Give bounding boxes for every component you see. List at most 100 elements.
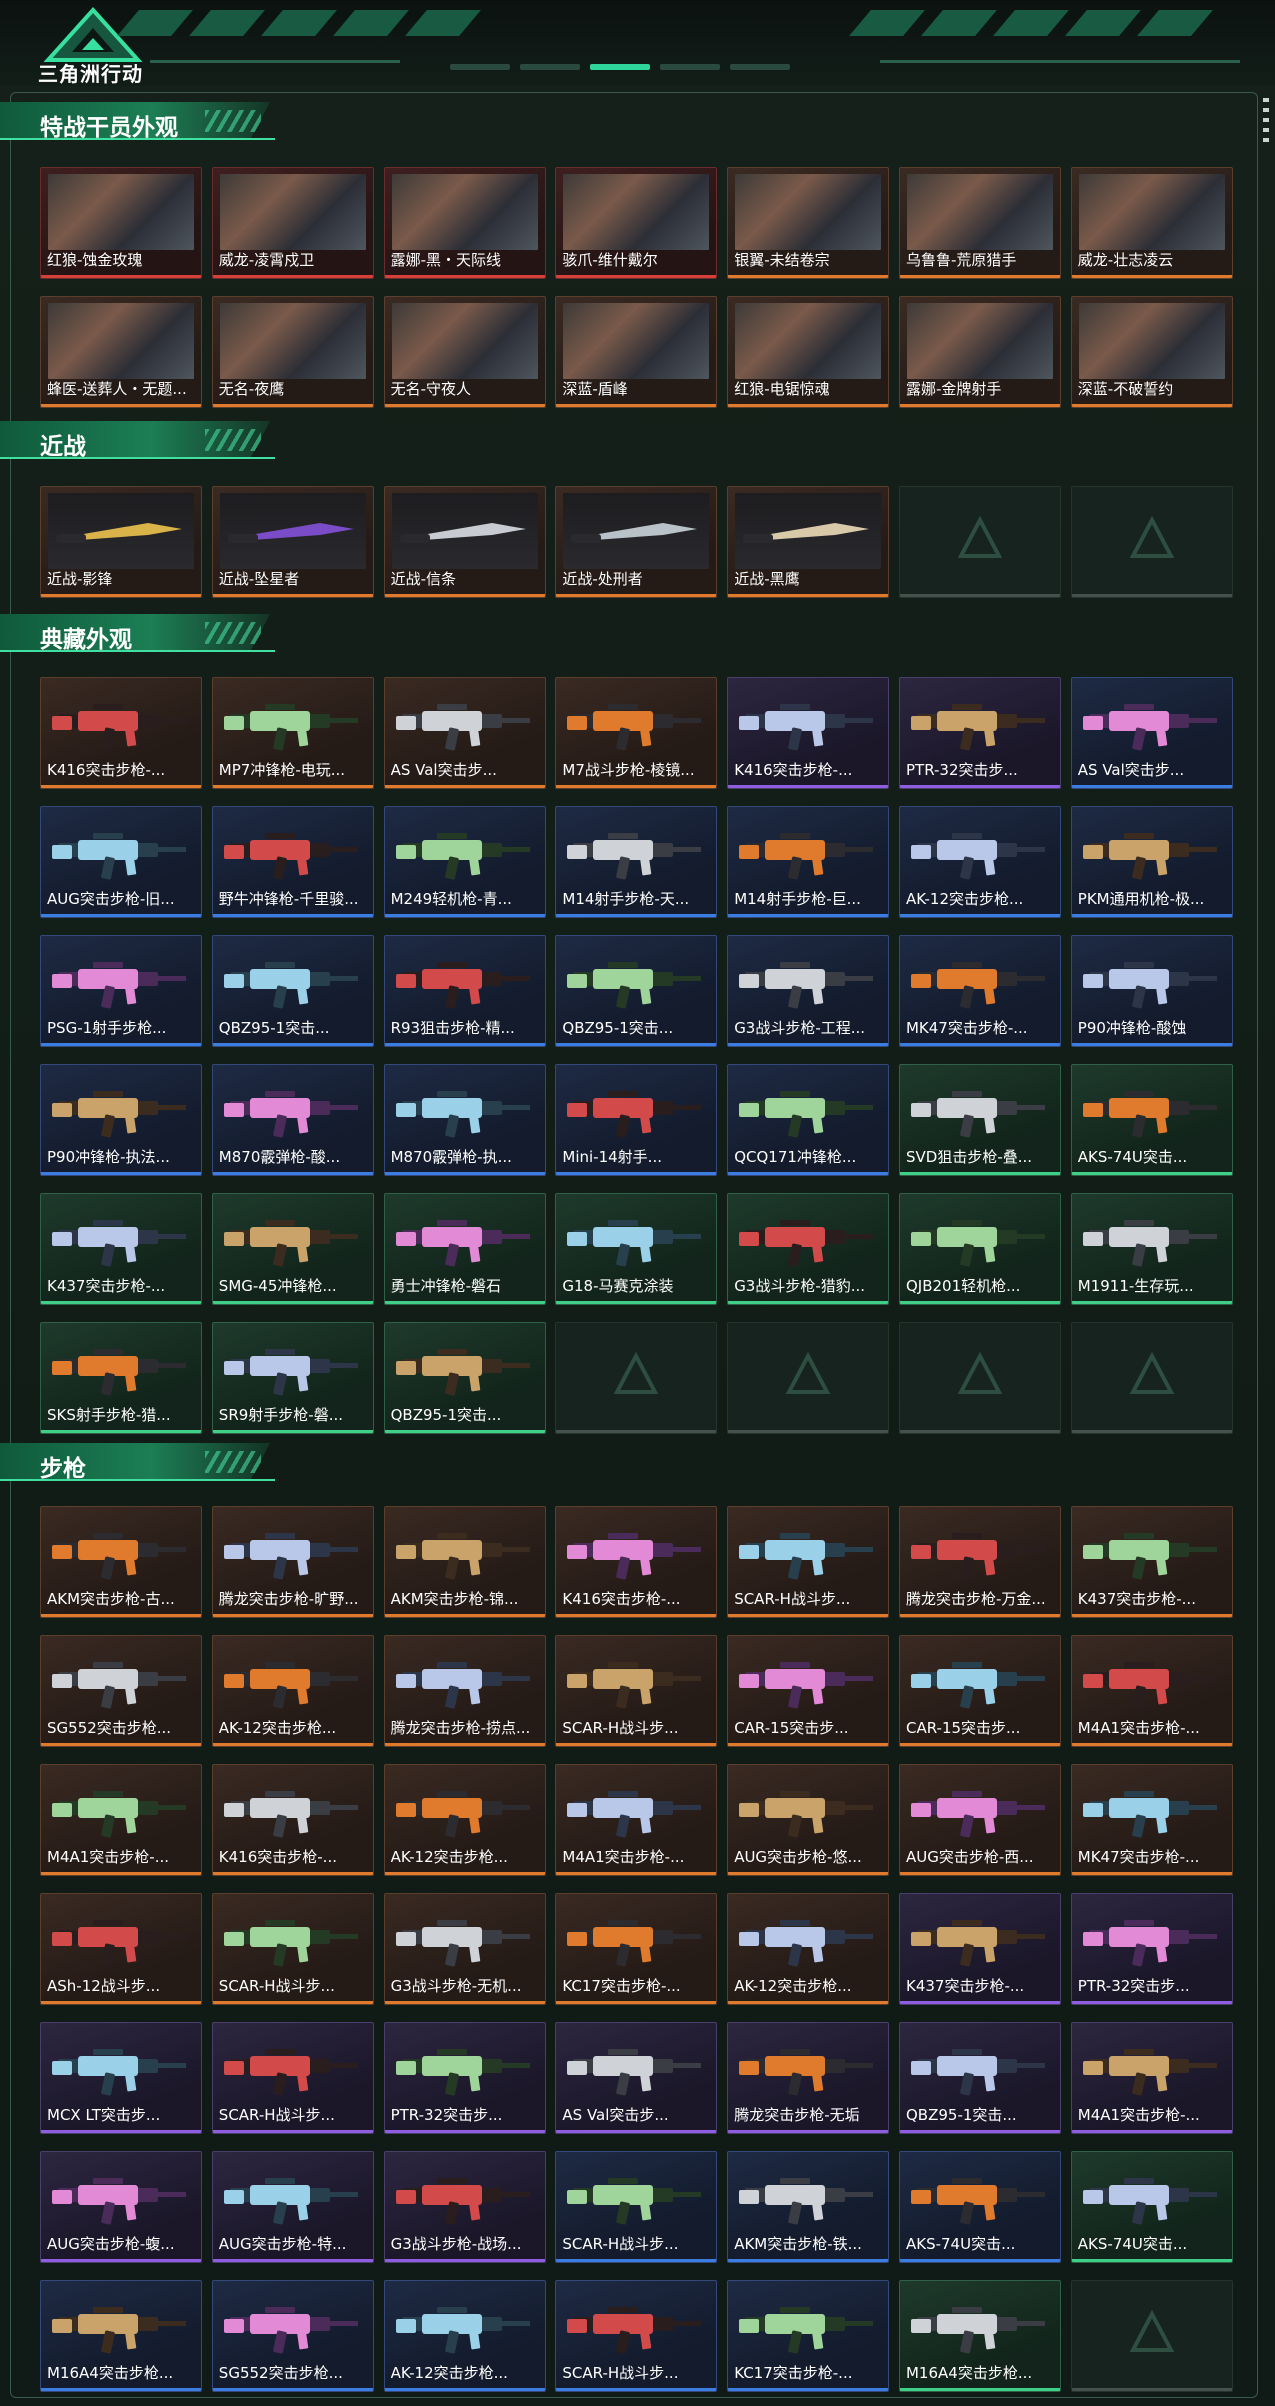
skin-card[interactable]: PSG-1射手步枪... — [40, 935, 202, 1047]
skin-card[interactable]: AUG突击步枪-旧... — [40, 806, 202, 918]
skin-card[interactable]: AK-12突击步枪... — [383, 1764, 546, 1876]
skin-card[interactable]: AK-12突击步枪... — [383, 2280, 546, 2392]
skin-card[interactable]: AS Val突击步... — [555, 2022, 718, 2134]
skin-card[interactable]: M870霰弹枪-执... — [383, 1064, 546, 1176]
skin-card[interactable]: 骇爪-维什戴尔 — [555, 167, 718, 279]
skin-card[interactable]: G3战斗步枪-战场... — [383, 2151, 546, 2263]
skin-card[interactable]: AS Val突击步... — [383, 677, 546, 789]
skin-card[interactable]: 深蓝-不破誓约 — [1070, 296, 1233, 408]
skin-card[interactable]: G3战斗步枪-工程... — [727, 935, 890, 1047]
skin-card[interactable]: 野牛冲锋枪-千里骏... — [211, 806, 374, 918]
skin-card[interactable]: M4A1突击步枪-... — [1070, 1635, 1233, 1747]
skin-card[interactable]: K437突击步枪-... — [1070, 1506, 1233, 1618]
skin-card[interactable]: R93狙击步枪-精... — [383, 935, 546, 1047]
skin-card[interactable]: PTR-32突击步... — [383, 2022, 546, 2134]
skin-card[interactable]: AKS-74U突击... — [1070, 2151, 1233, 2263]
skin-card[interactable]: 乌鲁鲁-荒原猎手 — [898, 167, 1061, 279]
skin-card[interactable]: AS Val突击步... — [1070, 677, 1233, 789]
skin-card[interactable]: 腾龙突击步枪-旷野... — [211, 1506, 374, 1618]
skin-card[interactable]: MK47突击步枪-... — [898, 935, 1061, 1047]
skin-card[interactable]: M870霰弹枪-酸... — [211, 1064, 374, 1176]
skin-card[interactable]: SVD狙击步枪-叠... — [898, 1064, 1061, 1176]
skin-card[interactable]: AKS-74U突击... — [898, 2151, 1061, 2263]
skin-card[interactable]: 蜂医-送葬人・无题... — [40, 296, 202, 408]
skin-card[interactable]: M249轻机枪-青... — [383, 806, 546, 918]
skin-card[interactable]: SR9射手步枪-磐... — [211, 1322, 374, 1434]
skin-card[interactable]: AKS-74U突击... — [1070, 1064, 1233, 1176]
skin-card[interactable]: 无名-守夜人 — [383, 296, 546, 408]
skin-card[interactable]: PTR-32突击步... — [898, 677, 1061, 789]
skin-card[interactable]: 银翼-未结卷宗 — [727, 167, 890, 279]
skin-card[interactable]: M4A1突击步枪-... — [555, 1764, 718, 1876]
skin-card[interactable]: P90冲锋枪-酸蚀 — [1070, 935, 1233, 1047]
skin-card[interactable]: SG552突击步枪... — [211, 2280, 374, 2392]
skin-card[interactable]: SCAR-H战斗步... — [555, 1635, 718, 1747]
skin-card[interactable]: 威龙-凌霄戍卫 — [211, 167, 374, 279]
skin-card[interactable]: 近战-处刑者 — [555, 486, 718, 598]
skin-card[interactable]: PKM通用机枪-极... — [1070, 806, 1233, 918]
skin-card[interactable]: K416突击步枪-... — [555, 1506, 718, 1618]
skin-card[interactable]: M16A4突击步枪... — [898, 2280, 1061, 2392]
skin-card[interactable]: CAR-15突击步... — [898, 1635, 1061, 1747]
skin-card[interactable]: QBZ95-1突击... — [383, 1322, 546, 1434]
skin-card[interactable]: SCAR-H战斗步... — [211, 1893, 374, 2005]
skin-card[interactable]: K437突击步枪-... — [898, 1893, 1061, 2005]
skin-card[interactable]: 腾龙突击步枪-捞点... — [383, 1635, 546, 1747]
skin-card[interactable]: M4A1突击步枪-... — [1070, 2022, 1233, 2134]
skin-card[interactable]: 威龙-壮志凌云 — [1070, 167, 1233, 279]
skin-card[interactable]: QBZ95-1突击... — [211, 935, 374, 1047]
skin-card[interactable]: 露娜-黑・天际线 — [383, 167, 546, 279]
skin-card[interactable]: G3战斗步枪-无机... — [383, 1893, 546, 2005]
skin-card[interactable]: 腾龙突击步枪-万金... — [898, 1506, 1061, 1618]
skin-card[interactable]: SG552突击步枪... — [40, 1635, 202, 1747]
skin-card[interactable]: P90冲锋枪-执法... — [40, 1064, 202, 1176]
skin-card[interactable]: KC17突击步枪-... — [555, 1893, 718, 2005]
skin-card[interactable]: 无名-夜鹰 — [211, 296, 374, 408]
skin-card[interactable]: K416突击步枪-... — [40, 677, 202, 789]
skin-card[interactable]: 近战-坠星者 — [211, 486, 374, 598]
skin-card[interactable]: M4A1突击步枪-... — [40, 1764, 202, 1876]
skin-card[interactable]: G18-马赛克涂装 — [555, 1193, 718, 1305]
skin-card[interactable]: AUG突击步枪-西... — [898, 1764, 1061, 1876]
skin-card[interactable]: AKM突击步枪-铁... — [727, 2151, 890, 2263]
skin-card[interactable]: 近战-影锋 — [40, 486, 202, 598]
skin-card[interactable]: QCQ171冲锋枪... — [727, 1064, 890, 1176]
skin-card[interactable]: SCAR-H战斗步... — [555, 2151, 718, 2263]
skin-card[interactable]: 近战-黑鹰 — [727, 486, 890, 598]
skin-card[interactable]: QJB201轻机枪... — [898, 1193, 1061, 1305]
skin-card[interactable]: PTR-32突击步... — [1070, 1893, 1233, 2005]
skin-card[interactable]: M14射手步枪-巨... — [727, 806, 890, 918]
skin-card[interactable]: AUG突击步枪-悠... — [727, 1764, 890, 1876]
skin-card[interactable]: 红狼-电锯惊魂 — [727, 296, 890, 408]
skin-card[interactable]: M7战斗步枪-棱镜... — [555, 677, 718, 789]
skin-card[interactable]: G3战斗步枪-猎豹... — [727, 1193, 890, 1305]
skin-card[interactable]: CAR-15突击步... — [727, 1635, 890, 1747]
skin-card[interactable]: M16A4突击步枪... — [40, 2280, 202, 2392]
skin-card[interactable]: AK-12突击步枪... — [898, 806, 1061, 918]
skin-card[interactable]: SCAR-H战斗步... — [211, 2022, 374, 2134]
skin-card[interactable]: M14射手步枪-天... — [555, 806, 718, 918]
skin-card[interactable]: 腾龙突击步枪-无垢 — [727, 2022, 890, 2134]
skin-card[interactable]: QBZ95-1突击... — [555, 935, 718, 1047]
skin-card[interactable]: 露娜-金牌射手 — [898, 296, 1061, 408]
skin-card[interactable]: KC17突击步枪-... — [727, 2280, 890, 2392]
skin-card[interactable]: MK47突击步枪-... — [1070, 1764, 1233, 1876]
skin-card[interactable]: MP7冲锋枪-电玩... — [211, 677, 374, 789]
skin-card[interactable]: ASh-12战斗步... — [40, 1893, 202, 2005]
skin-card[interactable]: Mini-14射手... — [555, 1064, 718, 1176]
skin-card[interactable]: 深蓝-盾峰 — [555, 296, 718, 408]
skin-card[interactable]: MCX LT突击步... — [40, 2022, 202, 2134]
skin-card[interactable]: M1911-生存玩... — [1070, 1193, 1233, 1305]
skin-card[interactable]: SCAR-H战斗步... — [727, 1506, 890, 1618]
skin-card[interactable]: SMG-45冲锋枪... — [211, 1193, 374, 1305]
skin-card[interactable]: QBZ95-1突击... — [898, 2022, 1061, 2134]
skin-card[interactable]: AUG突击步枪-特... — [211, 2151, 374, 2263]
skin-card[interactable]: AUG突击步枪-蝮... — [40, 2151, 202, 2263]
skin-card[interactable]: 红狼-蚀金玫瑰 — [40, 167, 202, 279]
skin-card[interactable]: AK-12突击步枪... — [727, 1893, 890, 2005]
skin-card[interactable]: 近战-信条 — [383, 486, 546, 598]
skin-card[interactable]: SCAR-H战斗步... — [555, 2280, 718, 2392]
skin-card[interactable]: SKS射手步枪-猎... — [40, 1322, 202, 1434]
skin-card[interactable]: AKM突击步枪-锦... — [383, 1506, 546, 1618]
skin-card[interactable]: K416突击步枪-... — [211, 1764, 374, 1876]
